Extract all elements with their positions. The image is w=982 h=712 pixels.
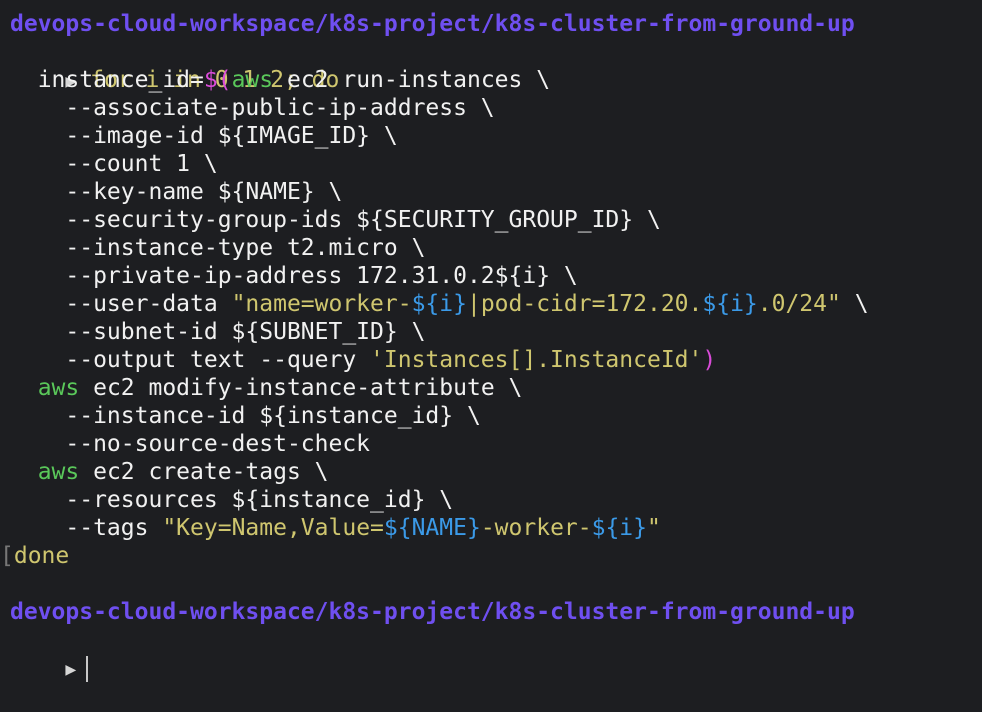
code-line-1: ▶ for i in 0 1 2; do — [10, 38, 339, 93]
subst-open: $( — [203, 67, 232, 93]
input-line[interactable]: ▶ — [10, 626, 89, 682]
prompt-arrow-icon: ▶ — [65, 659, 77, 680]
code-line-9: --private-ip-address 172.31.0.2${i} \ — [10, 263, 578, 289]
code-line-12: --output text --query 'Instances[].Insta… — [10, 347, 717, 373]
terminal-window[interactable]: devops-cloud-workspace/k8s-project/k8s-c… — [0, 0, 982, 682]
subst-close: ) — [702, 347, 717, 373]
code-line-7: --security-group-ids ${SECURITY_GROUP_ID… — [10, 207, 661, 233]
code-line-11: --subnet-id ${SUBNET_ID} \ — [10, 319, 426, 345]
code-line-19: [done — [0, 543, 70, 569]
done-keyword: done — [13, 543, 70, 569]
prompt-path-2: devops-cloud-workspace/k8s-project/k8s-c… — [10, 599, 855, 625]
code-line-18: --tags "Key=Name,Value=${NAME}-worker-${… — [10, 515, 661, 541]
code-line-5: --count 1 \ — [10, 151, 218, 177]
code-line-3: --associate-public-ip-address \ — [10, 95, 495, 121]
prompt-path: devops-cloud-workspace/k8s-project/k8s-c… — [10, 11, 855, 37]
code-line-13: aws ec2 modify-instance-attribute \ — [10, 375, 523, 401]
aws-command: aws — [231, 67, 274, 93]
code-line-14: --instance-id ${instance_id} \ — [10, 403, 481, 429]
code-line-10: --user-data "name=worker-${i}|pod-cidr=1… — [10, 291, 869, 317]
text-cursor — [86, 655, 89, 682]
code-line-8: --instance-type t2.micro \ — [10, 235, 426, 261]
code-line-16: aws ec2 create-tags \ — [10, 459, 329, 485]
code-line-4: --image-id ${IMAGE_ID} \ — [10, 123, 398, 149]
code-line-17: --resources ${instance_id} \ — [10, 487, 454, 513]
code-line-6: --key-name ${NAME} \ — [10, 179, 343, 205]
code-line-15: --no-source-dest-check — [10, 431, 371, 457]
code-line-2: instance_id=$(aws ec2 run-instances \ — [10, 67, 551, 93]
